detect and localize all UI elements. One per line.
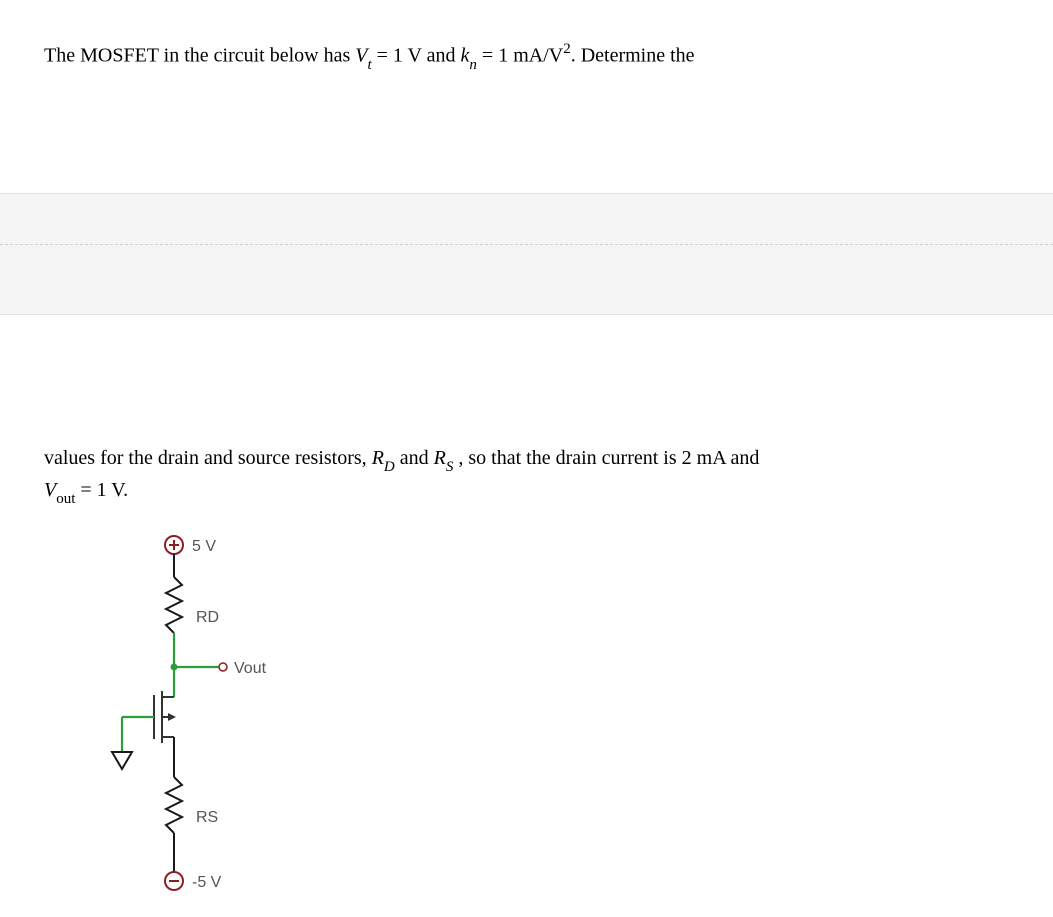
vout-terminal-icon — [219, 663, 227, 671]
RS-symbol: R — [434, 447, 446, 469]
vss-supply-icon — [165, 872, 183, 890]
resistor-rs — [166, 777, 182, 833]
ground-icon — [112, 752, 132, 769]
text: = 1 V and — [377, 45, 461, 67]
vdd-supply-icon — [165, 536, 183, 554]
text: , so that the drain current is 2 mA and — [458, 447, 759, 469]
problem-line-2: values for the drain and source resistor… — [44, 445, 1009, 475]
RD-sub: D — [384, 459, 395, 475]
vdd-label: 5 V — [192, 538, 216, 555]
rd-label: RD — [196, 609, 219, 626]
Vt-symbol: V — [355, 45, 367, 67]
text: values for the drain and source resistor… — [44, 447, 372, 469]
text: . Determine the — [571, 45, 695, 67]
Vout-sub: out — [56, 491, 75, 507]
vss-label: -5 V — [192, 874, 222, 891]
vout-label: Vout — [234, 660, 267, 677]
text: = 1 mA/V — [482, 45, 563, 67]
circuit-diagram: 5 V RD Vout — [44, 527, 1009, 917]
text: and — [400, 447, 434, 469]
squared: 2 — [563, 41, 571, 57]
RD-symbol: R — [372, 447, 384, 469]
resistor-rd — [166, 577, 182, 633]
problem-line-3: Vout = 1 V. — [44, 477, 1009, 507]
Vt-sub: t — [367, 57, 371, 73]
page-break-band — [0, 193, 1053, 315]
RS-sub: S — [446, 459, 454, 475]
circuit-svg: 5 V RD Vout — [44, 527, 344, 917]
Vout-symbol: V — [44, 479, 56, 501]
text: The MOSFET in the circuit below has — [44, 45, 355, 67]
kn-sub: n — [469, 57, 477, 73]
rs-label: RS — [196, 809, 218, 826]
problem-line-1: The MOSFET in the circuit below has Vt =… — [44, 40, 1009, 73]
text: = 1 V. — [80, 479, 128, 501]
nmos-transistor-icon — [122, 691, 176, 743]
